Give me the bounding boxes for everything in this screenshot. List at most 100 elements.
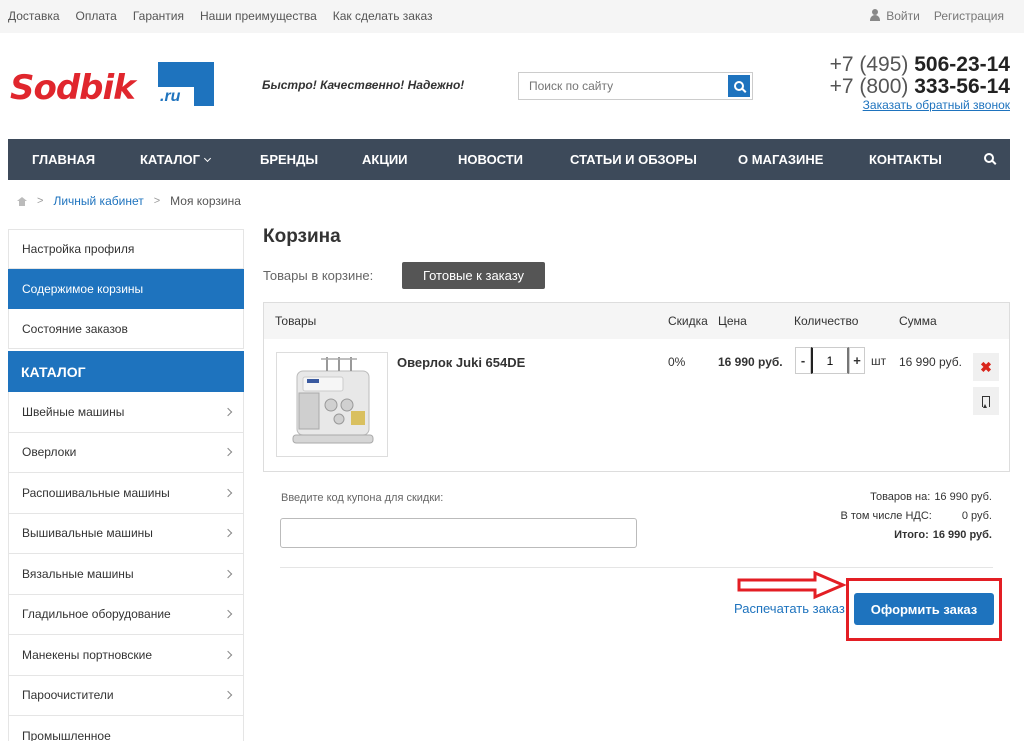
catalog-item[interactable]: Швейные машины <box>8 392 244 433</box>
catalog-item[interactable]: Вышивальные машины <box>8 513 244 554</box>
red-arrow-annotation <box>737 570 847 600</box>
catalog-item-label: Швейные машины <box>22 404 125 419</box>
coupon-label: Введите код купона для скидки: <box>281 492 444 504</box>
sidebar-item-orders[interactable]: Состояние заказов <box>8 309 244 349</box>
column-sum: Сумма <box>899 314 937 328</box>
phone-block: +7 (495) 506-23-14 +7 (800) 333-56-14 За… <box>830 54 1010 113</box>
product-name[interactable]: Оверлок Juki 654DE <box>397 355 525 370</box>
phone-moscow-number: 506-23-14 <box>914 53 1010 76</box>
quantity-input[interactable] <box>811 347 849 374</box>
print-order-link[interactable]: Распечатать заказ <box>734 601 845 616</box>
chevron-right-icon <box>223 529 233 538</box>
catalog-item-label: Гладильное оборудование <box>22 607 171 622</box>
catalog-item[interactable]: Вязальные машины <box>8 554 244 595</box>
nav-articles[interactable]: СТАТЬИ И ОБЗОРЫ <box>570 152 697 167</box>
bookmark-icon <box>982 395 990 408</box>
catalog-item-label: Пароочистители <box>22 688 114 703</box>
product-image[interactable] <box>276 352 388 457</box>
nav-news[interactable]: НОВОСТИ <box>458 152 523 167</box>
catalog-heading: КАТАЛОГ <box>8 351 244 392</box>
column-products: Товары <box>275 314 317 328</box>
column-quantity: Количество <box>794 314 859 328</box>
catalog-item[interactable]: Пароочистители <box>8 675 244 716</box>
login-label: Войти <box>886 9 920 23</box>
login-link[interactable]: Войти <box>869 9 920 23</box>
catalog-item[interactable]: Распошивальные машины <box>8 473 244 514</box>
nav-promotions[interactable]: АКЦИИ <box>362 152 408 167</box>
search-input[interactable] <box>519 73 724 99</box>
chevron-right-icon <box>223 448 233 457</box>
totals-vat-value: 0 руб. <box>961 510 992 522</box>
divider <box>280 567 993 568</box>
product-price: 16 990 руб. <box>718 355 783 369</box>
logo-suffix: .ru <box>156 87 194 107</box>
chevron-right-icon <box>223 569 233 578</box>
phone-free[interactable]: +7 (800) 333-56-14 <box>830 76 1010 98</box>
nav-brands[interactable]: БРЕНДЫ <box>260 152 318 167</box>
catalog-item-label: Распошивальные машины <box>22 485 170 500</box>
postpone-item-button[interactable] <box>973 387 999 415</box>
close-icon: ✖ <box>980 358 992 375</box>
slogan: Быстро! Качественно! Надежно! <box>262 78 465 92</box>
totals-total-label: Итого: <box>894 529 929 541</box>
logo-text: Sodbik <box>10 68 136 108</box>
cart-items-label: Товары в корзине: <box>263 268 374 283</box>
account-links: Войти Регистрация <box>869 9 1004 23</box>
phone-free-number: 333-56-14 <box>914 75 1010 98</box>
catalog-item[interactable]: Оверлоки <box>8 432 244 473</box>
quantity-stepper: - + шт <box>795 347 886 374</box>
search-icon[interactable] <box>984 153 994 163</box>
register-link[interactable]: Регистрация <box>934 9 1004 23</box>
totals-vat-label: В том числе НДС: <box>840 510 932 522</box>
chevron-right-icon <box>223 691 233 700</box>
totals-vat-row: В том числе НДС: 0 руб. <box>840 510 992 529</box>
catalog-item[interactable]: Манекены портновские <box>8 635 244 676</box>
catalog-item-label: Вязальные машины <box>22 566 134 581</box>
sidebar-item-cart[interactable]: Содержимое корзины <box>8 269 244 309</box>
top-link-delivery[interactable]: Доставка <box>8 9 60 23</box>
breadcrumb-current: Моя корзина <box>170 194 241 208</box>
top-nav: Доставка Оплата Гарантия Наши преимущест… <box>8 9 433 23</box>
totals-total-value: 16 990 руб. <box>932 529 992 541</box>
breadcrumb-separator: > <box>37 195 44 207</box>
site-logo[interactable]: Sodbik .ru <box>10 62 215 112</box>
nav-catalog[interactable]: КАТАЛОГ <box>140 152 211 167</box>
catalog-item[interactable]: Промышленное <box>8 716 244 741</box>
chevron-down-icon <box>203 154 211 163</box>
top-link-advantages[interactable]: Наши преимущества <box>200 9 317 23</box>
top-link-payment[interactable]: Оплата <box>76 9 117 23</box>
totals-goods-row: Товаров на: 16 990 руб. <box>840 491 992 510</box>
sidebar-item-profile[interactable]: Настройка профиля <box>8 229 244 269</box>
callback-link[interactable]: Заказать обратный звонок <box>830 98 1010 112</box>
nav-home[interactable]: ГЛАВНАЯ <box>32 152 95 167</box>
breadcrumb-account[interactable]: Личный кабинет <box>53 194 143 208</box>
home-icon[interactable] <box>17 196 27 206</box>
cart-table: Товары Скидка Цена Количество Сумма Овер… <box>263 302 1010 472</box>
coupon-input[interactable] <box>280 518 637 548</box>
checkout-highlight-annotation <box>846 578 1002 641</box>
quantity-decrease-button[interactable]: - <box>795 347 811 374</box>
phone-free-prefix: +7 (800) <box>829 75 915 98</box>
remove-item-button[interactable]: ✖ <box>973 353 999 381</box>
sidebar: Настройка профиля Содержимое корзины Сос… <box>8 229 244 741</box>
nav-about[interactable]: О МАГАЗИНЕ <box>738 152 823 167</box>
chevron-right-icon <box>223 610 233 619</box>
breadcrumb: > Личный кабинет > Моя корзина <box>17 194 241 208</box>
chevron-right-icon <box>223 650 233 659</box>
page-title: Корзина <box>263 226 341 247</box>
totals-goods-value: 16 990 руб. <box>934 491 992 503</box>
phone-moscow[interactable]: +7 (495) 506-23-14 <box>830 54 1010 76</box>
search-button[interactable] <box>728 75 750 97</box>
top-link-warranty[interactable]: Гарантия <box>133 9 184 23</box>
tab-ready-to-order[interactable]: Готовые к заказу <box>402 262 545 289</box>
catalog-item[interactable]: Гладильное оборудование <box>8 594 244 635</box>
quantity-increase-button[interactable]: + <box>849 347 865 374</box>
top-bar: Доставка Оплата Гарантия Наши преимущест… <box>0 0 1024 33</box>
catalog-item-label: Манекены портновские <box>22 647 152 662</box>
product-sum: 16 990 руб. <box>899 355 962 369</box>
catalog-item-label: Промышленное <box>22 728 111 741</box>
nav-contacts[interactable]: КОНТАКТЫ <box>869 152 942 167</box>
column-discount: Скидка <box>668 314 708 328</box>
breadcrumb-separator: > <box>153 195 161 207</box>
top-link-how-to-order[interactable]: Как сделать заказ <box>333 9 433 23</box>
